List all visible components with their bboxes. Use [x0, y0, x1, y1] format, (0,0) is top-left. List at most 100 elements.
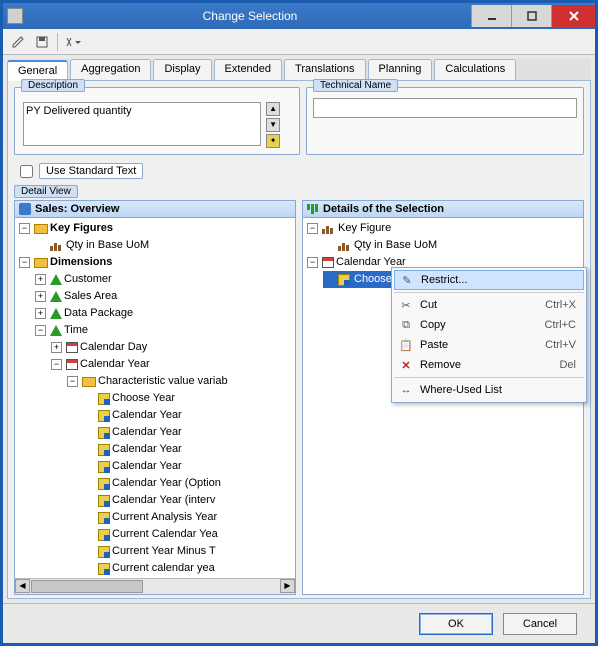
- tree-node-label[interactable]: Current Analysis Year: [112, 509, 217, 526]
- ctx-cut[interactable]: ✂CutCtrl+X: [394, 295, 584, 315]
- tree-node-label[interactable]: Customer: [64, 271, 112, 288]
- expand-toggle[interactable]: +: [51, 342, 62, 353]
- expand-toggle[interactable]: −: [35, 325, 46, 336]
- tree-node-label[interactable]: Calendar Year: [80, 356, 150, 373]
- expand-toggle[interactable]: −: [67, 376, 78, 387]
- keyfigure-icon: [50, 241, 64, 251]
- toolbar: [3, 29, 595, 55]
- tree-node-label[interactable]: Choose Year: [112, 390, 175, 407]
- tree-node-label[interactable]: Current Calendar Yea: [112, 526, 218, 543]
- tree-node-label[interactable]: Data Package: [64, 305, 133, 322]
- tab-calculations[interactable]: Calculations: [434, 59, 516, 80]
- edit-icon[interactable]: [9, 33, 27, 51]
- calendar-icon: [322, 257, 334, 268]
- close-button[interactable]: [551, 5, 595, 27]
- variable-icon: [98, 495, 110, 507]
- left-tree[interactable]: − Key Figures Qty in Base UoM − Dimensions…: [15, 218, 295, 578]
- tree-node-label[interactable]: Calendar Year (Option: [112, 475, 221, 492]
- use-standard-text-row: Use Standard Text: [14, 163, 584, 179]
- tree-node-label[interactable]: Qty in Base UoM: [66, 237, 149, 254]
- tools-dropdown-icon[interactable]: [64, 33, 82, 51]
- expand-toggle[interactable]: +: [35, 308, 46, 319]
- tab-aggregation[interactable]: Aggregation: [70, 59, 151, 80]
- dimension-icon: [50, 274, 62, 285]
- tab-extended[interactable]: Extended: [214, 59, 282, 80]
- variable-icon: [98, 410, 110, 422]
- tab-display[interactable]: Display: [153, 59, 211, 80]
- tree-node-label[interactable]: Calendar Year: [112, 441, 182, 458]
- description-fieldset: Description ▲ ▼ ✦: [14, 87, 300, 155]
- cancel-button[interactable]: Cancel: [503, 613, 577, 635]
- save-icon[interactable]: [33, 33, 51, 51]
- ctx-copy[interactable]: ⧉CopyCtrl+C: [394, 315, 584, 335]
- tab-general[interactable]: General: [7, 60, 68, 81]
- expand-toggle[interactable]: −: [19, 223, 30, 234]
- ok-button[interactable]: OK: [419, 613, 493, 635]
- left-panel-title: Sales: Overview: [35, 203, 119, 215]
- variable-icon: [98, 546, 110, 558]
- variable-icon: [98, 478, 110, 490]
- tree-node-label[interactable]: Calendar Year: [112, 458, 182, 475]
- tab-translations[interactable]: Translations: [284, 59, 366, 80]
- tree-node-label[interactable]: Calendar Day: [80, 339, 147, 356]
- tabstrip: General Aggregation Display Extended Tra…: [7, 59, 591, 81]
- technical-name-fieldset: Technical Name: [306, 87, 584, 155]
- tree-node-label[interactable]: Key Figure: [338, 220, 391, 237]
- tree-node-label[interactable]: Qty in Base UoM: [354, 237, 437, 254]
- tree-node-label[interactable]: Calendar Year: [112, 424, 182, 441]
- scroll-right-arrow[interactable]: ▶: [280, 579, 295, 593]
- window-title: Change Selection: [29, 9, 471, 23]
- description-helper-icon[interactable]: ✦: [266, 134, 280, 148]
- folder-icon: [82, 377, 96, 387]
- maximize-button[interactable]: [511, 5, 551, 27]
- variable-icon: [98, 512, 110, 524]
- copy-icon: ⧉: [396, 319, 416, 332]
- right-panel-header: Details of the Selection: [303, 201, 583, 218]
- use-standard-text-checkbox[interactable]: [20, 165, 33, 178]
- expand-toggle[interactable]: +: [35, 291, 46, 302]
- tree-node-label[interactable]: Key Figures: [50, 220, 113, 237]
- ctx-where-used[interactable]: ↔Where-Used List: [394, 380, 584, 400]
- expand-toggle[interactable]: −: [51, 359, 62, 370]
- ctx-remove[interactable]: ✕RemoveDel: [394, 355, 584, 375]
- tree-node-label[interactable]: Sales Area: [64, 288, 117, 305]
- tree-node-label[interactable]: Current calendar yea: [112, 560, 215, 577]
- left-panel: Sales: Overview − Key Figures Qty in Base…: [14, 200, 296, 595]
- expand-toggle[interactable]: −: [19, 257, 30, 268]
- expand-toggle[interactable]: −: [307, 223, 318, 234]
- variable-icon: [338, 274, 350, 286]
- calendar-icon: [66, 359, 78, 370]
- description-legend: Description: [21, 79, 85, 92]
- tab-planning[interactable]: Planning: [368, 59, 433, 80]
- technical-name-legend: Technical Name: [313, 79, 398, 92]
- expand-toggle[interactable]: −: [307, 257, 318, 268]
- minimize-button[interactable]: [471, 5, 511, 27]
- system-icon: [7, 8, 23, 24]
- tree-node-label[interactable]: Current Year Minus T: [112, 543, 216, 560]
- variable-icon: [98, 427, 110, 439]
- tree-node-label[interactable]: Time: [64, 322, 88, 339]
- variable-icon: [98, 529, 110, 541]
- folder-icon: [34, 224, 48, 234]
- tree-node-label[interactable]: Calendar Year (interv: [112, 492, 215, 509]
- keyfigure-icon: [322, 224, 336, 234]
- tree-node-label[interactable]: Characteristic value variab: [98, 373, 228, 390]
- ctx-restrict[interactable]: ✎Restrict...: [394, 270, 584, 290]
- description-scroll-down[interactable]: ▼: [266, 118, 280, 132]
- ctx-paste[interactable]: 📋PasteCtrl+V: [394, 335, 584, 355]
- description-scroll-up[interactable]: ▲: [266, 102, 280, 116]
- expand-toggle[interactable]: +: [35, 274, 46, 285]
- tree-node-label[interactable]: Calendar Year: [112, 407, 182, 424]
- restrict-icon: ✎: [397, 274, 417, 287]
- scroll-left-arrow[interactable]: ◀: [15, 579, 30, 593]
- scroll-thumb[interactable]: [31, 580, 143, 593]
- technical-name-input[interactable]: [313, 98, 577, 118]
- variable-icon: [98, 563, 110, 575]
- horizontal-scrollbar[interactable]: ◀ ▶: [15, 578, 295, 594]
- left-panel-header: Sales: Overview: [15, 201, 295, 218]
- keyfigure-icon: [307, 204, 319, 214]
- titlebar: Change Selection: [3, 3, 595, 29]
- description-input[interactable]: [23, 102, 261, 146]
- tree-node-label[interactable]: Dimensions: [50, 254, 112, 271]
- cube-icon: [19, 203, 31, 215]
